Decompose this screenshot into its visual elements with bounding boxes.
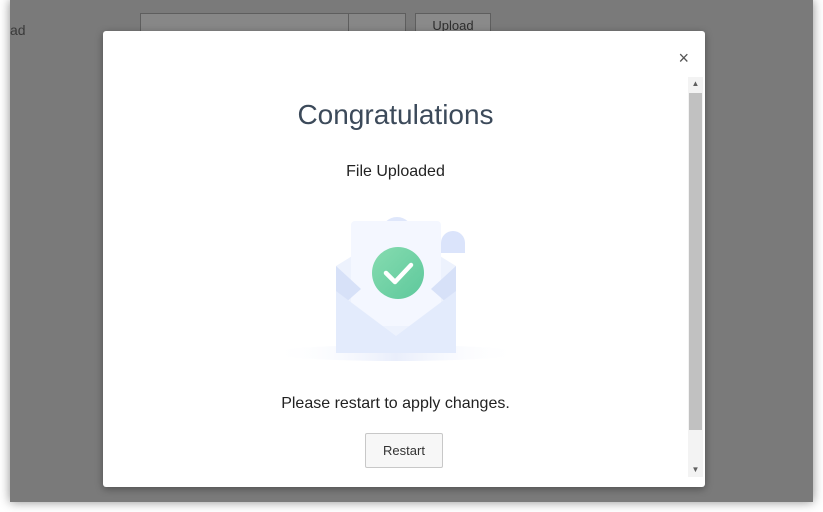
- scrollbar-thumb[interactable]: [689, 93, 702, 430]
- dialog-title: Congratulations: [297, 99, 494, 130]
- dialog-subtitle: File Uploaded: [346, 163, 445, 180]
- success-dialog: × ▲ ▼ Congratulations File Uploaded Plea…: [103, 31, 705, 487]
- background-field-label: ad: [10, 22, 26, 38]
- dialog-scrollbar[interactable]: ▲ ▼: [688, 77, 703, 477]
- close-icon[interactable]: ×: [678, 49, 689, 67]
- envelope-check-icon: [271, 217, 521, 361]
- restart-message: Please restart to apply changes.: [281, 395, 510, 412]
- restart-button[interactable]: Restart: [365, 433, 443, 468]
- scroll-up-arrow-icon[interactable]: ▲: [688, 77, 703, 91]
- screenshot-frame: ad Upload × ▲ ▼ Congratulations File Upl…: [10, 0, 813, 502]
- scroll-down-arrow-icon[interactable]: ▼: [688, 463, 703, 477]
